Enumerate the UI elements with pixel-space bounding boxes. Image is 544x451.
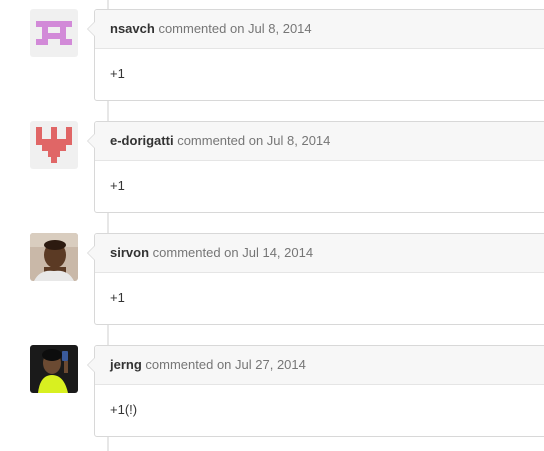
comment-header: jerng commented on Jul 27, 2014 bbox=[95, 346, 544, 385]
comment-body: +1 bbox=[110, 290, 125, 305]
comment-body: +1 bbox=[110, 178, 125, 193]
comment-meta[interactable]: commented on Jul 14, 2014 bbox=[153, 245, 313, 260]
comment-item: sirvon commented on Jul 14, 2014 +1 bbox=[0, 233, 544, 327]
avatar[interactable] bbox=[30, 9, 78, 57]
avatar[interactable] bbox=[30, 121, 78, 169]
comment-meta[interactable]: commented on Jul 27, 2014 bbox=[145, 357, 305, 372]
comment-author[interactable]: nsavch bbox=[110, 21, 155, 36]
comment-meta[interactable]: commented on Jul 8, 2014 bbox=[177, 133, 330, 148]
comment-body: +1 bbox=[110, 66, 125, 81]
comment-box: e-dorigatti commented on Jul 8, 2014 +1 bbox=[87, 121, 544, 213]
comment-header: sirvon commented on Jul 14, 2014 bbox=[95, 234, 544, 273]
comment-item: jerng commented on Jul 27, 2014 +1(!) bbox=[0, 345, 544, 439]
comment-box: nsavch commented on Jul 8, 2014 +1 bbox=[87, 9, 544, 101]
comment-body: +1(!) bbox=[110, 402, 138, 417]
comment-author[interactable]: e-dorigatti bbox=[110, 133, 174, 148]
identicon-red-icon bbox=[30, 121, 78, 169]
user-photo-icon bbox=[30, 233, 78, 281]
identicon-purple-icon bbox=[30, 9, 78, 57]
comment-box: sirvon commented on Jul 14, 2014 +1 bbox=[87, 233, 544, 325]
avatar[interactable] bbox=[30, 345, 78, 393]
comment-box: jerng commented on Jul 27, 2014 +1(!) bbox=[87, 345, 544, 437]
comment-timeline: nsavch commented on Jul 8, 2014 +1 e-dor… bbox=[0, 0, 544, 451]
comment-meta[interactable]: commented on Jul 8, 2014 bbox=[158, 21, 311, 36]
user-photo-dark-icon bbox=[30, 345, 78, 393]
comment-item: nsavch commented on Jul 8, 2014 +1 bbox=[0, 9, 544, 103]
comment-author[interactable]: jerng bbox=[110, 357, 142, 372]
comment-header: e-dorigatti commented on Jul 8, 2014 bbox=[95, 122, 544, 161]
comment-item: e-dorigatti commented on Jul 8, 2014 +1 bbox=[0, 121, 544, 215]
avatar[interactable] bbox=[30, 233, 78, 281]
comment-author[interactable]: sirvon bbox=[110, 245, 149, 260]
comment-header: nsavch commented on Jul 8, 2014 bbox=[95, 10, 544, 49]
